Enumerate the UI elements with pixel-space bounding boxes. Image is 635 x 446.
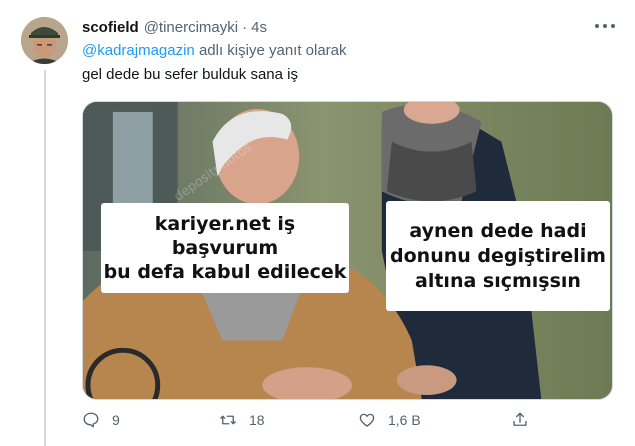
reply-button[interactable]: 9 xyxy=(82,411,120,429)
caption-right-line: donunu degiştirelim xyxy=(390,244,606,267)
more-options-button[interactable] xyxy=(594,17,616,35)
caption-left-line: kariyer.net iş başvurum xyxy=(154,213,296,259)
user-handle[interactable]: @tinercimayki xyxy=(144,19,238,36)
tweet-header: scofield @tinercimayki · 4s xyxy=(82,17,267,37)
like-count: 1,6 B xyxy=(388,412,421,428)
reply-icon xyxy=(83,412,99,428)
caption-right-line: altına sıçmışsın xyxy=(415,269,581,292)
tweet-text: gel dede bu sefer bulduk sana iş xyxy=(82,66,298,83)
separator-dot: · xyxy=(242,18,248,36)
reply-count: 9 xyxy=(112,412,120,428)
caption-left: kariyer.net iş başvurum bu defa kabul ed… xyxy=(101,203,349,293)
tweet-actions: 9 18 1,6 B xyxy=(82,411,613,435)
reply-context: @kadrajmagazin adlı kişiye yanıt olarak xyxy=(82,42,347,59)
caption-right-line: aynen dede hadi xyxy=(409,219,587,242)
display-name[interactable]: scofield xyxy=(82,19,139,36)
like-button[interactable]: 1,6 B xyxy=(358,411,421,429)
retweet-button[interactable]: 18 xyxy=(219,411,265,429)
more-horizontal-icon xyxy=(595,24,615,28)
caption-right: aynen dede hadi donunu degiştirelim altı… xyxy=(386,201,610,311)
share-button[interactable] xyxy=(511,411,529,429)
caption-left-line: bu defa kabul edilecek xyxy=(103,261,347,283)
retweet-count: 18 xyxy=(249,412,265,428)
avatar-image xyxy=(21,17,68,64)
tweet-time[interactable]: 4s xyxy=(251,19,267,36)
reply-context-text: adlı kişiye yanıt olarak xyxy=(194,42,347,59)
heart-icon xyxy=(359,413,375,427)
thread-connector-line xyxy=(44,70,46,446)
tweet-media[interactable]: depositphotos kariyer.net iş başvurum bu… xyxy=(82,101,613,400)
avatar[interactable] xyxy=(21,17,68,64)
retweet-icon xyxy=(220,415,236,425)
reply-mention-link[interactable]: @kadrajmagazin xyxy=(82,42,195,59)
share-icon xyxy=(513,412,527,426)
